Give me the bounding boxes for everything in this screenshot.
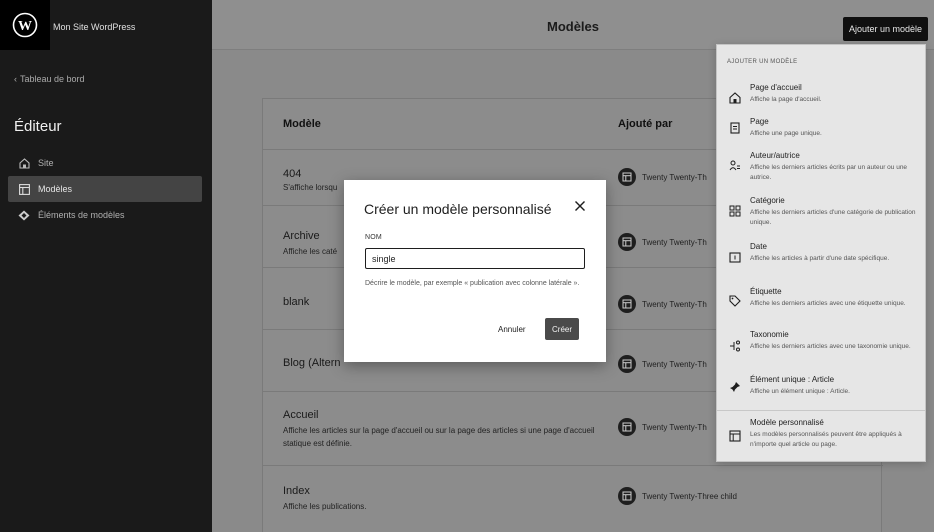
sidebar-nav: Site Modèles Éléments de modèles bbox=[8, 150, 202, 228]
sidebar-item-label: Éléments de modèles bbox=[38, 210, 125, 220]
theme-icon bbox=[618, 487, 636, 505]
menu-item-title: Auteur/autrice bbox=[750, 151, 800, 160]
menu-item-title: Catégorie bbox=[750, 196, 785, 205]
author-name: Twenty Twenty-Th bbox=[642, 359, 707, 369]
create-template-modal: Créer un modèle personnalisé NOM Décrire… bbox=[344, 180, 606, 362]
sidebar-item-templates[interactable]: Modèles bbox=[8, 176, 202, 202]
row-author: Twenty Twenty-Three child bbox=[618, 487, 737, 505]
row-description: Affiche les publications. bbox=[283, 502, 367, 511]
category-icon bbox=[728, 204, 741, 217]
column-header-template: Modèle bbox=[283, 118, 321, 130]
close-icon[interactable] bbox=[572, 198, 588, 214]
menu-item-description: Affiche une page unique. bbox=[750, 130, 822, 137]
author-icon bbox=[728, 159, 741, 172]
symbol-icon bbox=[18, 209, 30, 221]
theme-icon bbox=[618, 418, 636, 436]
menu-divider bbox=[717, 410, 925, 411]
template-name-input[interactable] bbox=[365, 248, 585, 269]
row-author: Twenty Twenty-Th bbox=[618, 355, 707, 373]
back-to-dashboard-link[interactable]: ‹ Tableau de bord bbox=[14, 74, 85, 84]
page-title: Modèles bbox=[546, 19, 599, 34]
menu-item-title: Page bbox=[750, 117, 769, 126]
menu-item-single-post[interactable]: Élément unique : Article Affiche un élém… bbox=[717, 373, 927, 403]
menu-item-description: Affiche les derniers articles d'une caté… bbox=[750, 209, 916, 226]
menu-item-title: Taxonomie bbox=[750, 330, 789, 339]
menu-item-description: Affiche les articles à partir d'une date… bbox=[750, 255, 890, 262]
table-row[interactable]: Index Affiche les publications. Twenty T… bbox=[263, 465, 883, 532]
menu-item-title: Modèle personnalisé bbox=[750, 418, 824, 427]
modal-title: Créer un modèle personnalisé bbox=[364, 201, 552, 217]
menu-item-taxonomy[interactable]: Taxonomie Affiche les derniers articles … bbox=[717, 328, 927, 368]
row-author: Twenty Twenty-Th bbox=[618, 295, 707, 313]
pin-icon bbox=[728, 380, 741, 393]
menu-item-custom-template[interactable]: Modèle personnalisé Les modèles personna… bbox=[717, 416, 927, 456]
add-template-menu: AJOUTER UN MODÈLE Page d'accueil Affiche… bbox=[716, 44, 926, 462]
menu-item-date[interactable]: Date Affiche les articles à partir d'une… bbox=[717, 240, 927, 280]
calendar-icon bbox=[728, 250, 741, 263]
row-title[interactable]: Archive bbox=[283, 230, 320, 242]
layout-icon bbox=[728, 429, 741, 442]
menu-item-category[interactable]: Catégorie Affiche les derniers articles … bbox=[717, 194, 927, 234]
home-icon bbox=[18, 157, 30, 169]
name-help-text: Décrire le modèle, par exemple « publica… bbox=[365, 280, 580, 287]
row-author: Twenty Twenty-Th bbox=[618, 233, 707, 251]
theme-icon bbox=[618, 295, 636, 313]
author-name: Twenty Twenty-Th bbox=[642, 299, 707, 309]
layout-icon bbox=[18, 183, 30, 195]
row-title[interactable]: Index bbox=[283, 485, 310, 497]
column-header-added-by: Ajouté par bbox=[618, 118, 673, 130]
sidebar-item-label: Site bbox=[38, 158, 54, 168]
menu-item-description: Affiche les derniers articles avec une é… bbox=[750, 300, 906, 307]
name-label: NOM bbox=[365, 234, 382, 241]
home-icon bbox=[728, 91, 741, 104]
row-author: Twenty Twenty-Th bbox=[618, 168, 707, 186]
menu-item-tag[interactable]: Étiquette Affiche les derniers articles … bbox=[717, 285, 927, 325]
site-name[interactable]: Mon Site WordPress bbox=[53, 22, 135, 32]
theme-icon bbox=[618, 233, 636, 251]
menu-item-title: Étiquette bbox=[750, 287, 782, 296]
menu-item-description: Les modèles personnalisés peuvent être a… bbox=[750, 431, 902, 448]
taxonomy-icon bbox=[728, 339, 741, 352]
menu-item-author[interactable]: Auteur/autrice Affiche les derniers arti… bbox=[717, 149, 927, 189]
header: Modèles Ajouter un modèle bbox=[212, 0, 934, 50]
menu-item-title: Date bbox=[750, 242, 767, 251]
theme-icon bbox=[618, 355, 636, 373]
sidebar-item-label: Modèles bbox=[38, 184, 73, 194]
author-name: Twenty Twenty-Th bbox=[642, 422, 707, 432]
svg-text:W: W bbox=[18, 19, 32, 34]
cancel-button[interactable]: Annuler bbox=[494, 318, 530, 340]
tag-icon bbox=[728, 294, 741, 307]
menu-item-page[interactable]: Page Affiche une page unique. bbox=[717, 115, 927, 145]
row-title[interactable]: Accueil bbox=[283, 409, 318, 421]
menu-item-title: Page d'accueil bbox=[750, 83, 802, 92]
editor-title: Éditeur bbox=[14, 118, 62, 135]
theme-icon bbox=[618, 168, 636, 186]
menu-item-description: Affiche un élément unique : Article. bbox=[750, 388, 850, 395]
page-icon bbox=[728, 121, 741, 134]
sidebar-item-template-parts[interactable]: Éléments de modèles bbox=[8, 202, 202, 228]
author-name: Twenty Twenty-Th bbox=[642, 237, 707, 247]
menu-item-description: Affiche les derniers articles avec une t… bbox=[750, 343, 911, 350]
wordpress-logo-icon[interactable]: W bbox=[0, 0, 50, 50]
sidebar: W Mon Site WordPress ‹ Tableau de bord É… bbox=[0, 0, 212, 532]
add-template-button[interactable]: Ajouter un modèle bbox=[842, 17, 928, 41]
create-button[interactable]: Créer bbox=[545, 318, 580, 340]
back-label: Tableau de bord bbox=[20, 74, 85, 84]
menu-heading: AJOUTER UN MODÈLE bbox=[727, 59, 798, 65]
sidebar-item-site[interactable]: Site bbox=[8, 150, 202, 176]
menu-item-title: Élément unique : Article bbox=[750, 375, 835, 384]
row-title[interactable]: blank bbox=[283, 296, 309, 308]
menu-item-description: Affiche la page d'accueil. bbox=[750, 96, 822, 103]
author-name: Twenty Twenty-Th bbox=[642, 172, 707, 182]
row-title[interactable]: 404 bbox=[283, 168, 301, 180]
row-title[interactable]: Blog (Altern bbox=[283, 357, 340, 369]
menu-item-description: Affiche les derniers articles écrits par… bbox=[750, 164, 908, 181]
menu-item-front-page[interactable]: Page d'accueil Affiche la page d'accueil… bbox=[717, 81, 927, 111]
row-author: Twenty Twenty-Th bbox=[618, 418, 707, 436]
chevron-left-icon: ‹ bbox=[14, 74, 17, 84]
author-name: Twenty Twenty-Three child bbox=[642, 491, 738, 501]
row-description: Affiche les articles sur la page d'accue… bbox=[283, 426, 595, 448]
